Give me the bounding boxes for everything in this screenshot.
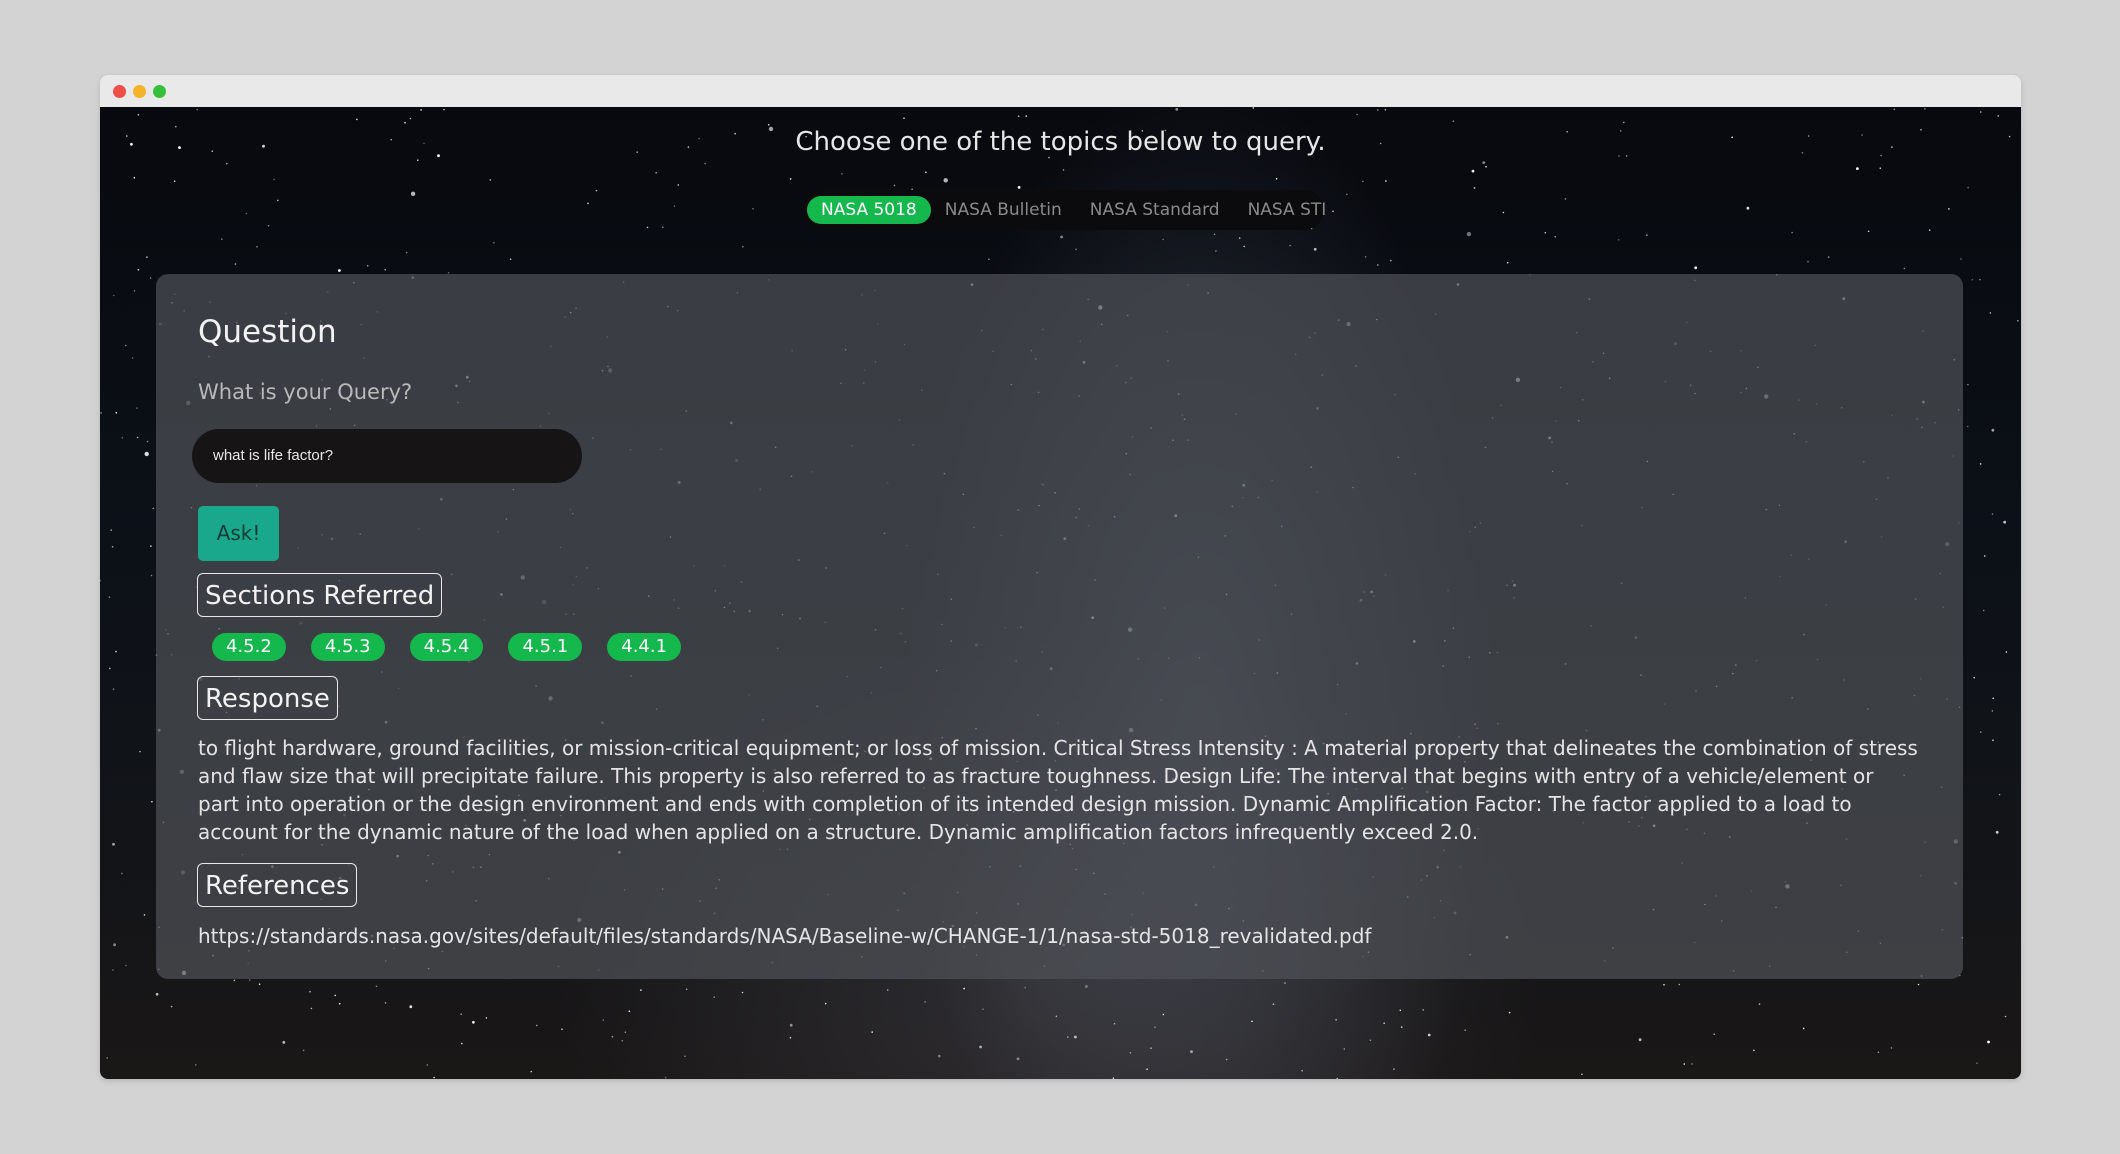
topic-selector: NASA 5018 NASA Bulletin NASA Standard NA… [800,190,1326,230]
section-chip[interactable]: 4.5.1 [508,633,583,661]
window-titlebar [100,75,2021,107]
response-heading: Response [197,676,338,720]
section-chips: 4.5.2 4.5.3 4.5.4 4.5.1 4.4.1 [212,633,682,661]
page-viewport: Choose one of the topics below to query.… [100,107,2021,1079]
topic-nasa-bulletin[interactable]: NASA Bulletin [931,196,1076,224]
query-card: Question What is your Query? Ask! Sectio… [156,274,1963,979]
close-window-icon[interactable] [113,85,126,98]
topic-nasa-standard[interactable]: NASA Standard [1076,196,1234,224]
topic-nasa-5018[interactable]: NASA 5018 [807,196,931,224]
browser-window: Choose one of the topics below to query.… [100,75,2021,1079]
section-chip[interactable]: 4.5.2 [212,633,286,661]
topic-nasa-sti[interactable]: NASA STI [1234,196,1341,224]
section-chip[interactable]: 4.4.1 [607,633,682,661]
reference-link[interactable]: https://standards.nasa.gov/sites/default… [198,924,1371,948]
section-chip[interactable]: 4.5.4 [409,633,484,661]
maximize-window-icon[interactable] [153,85,166,98]
references-heading: References [197,863,358,907]
query-input[interactable] [192,429,582,483]
query-label: What is your Query? [198,380,413,404]
page-heading: Choose one of the topics below to query. [795,127,1326,157]
response-text: to flight hardware, ground facilities, o… [198,736,1918,844]
question-title: Question [198,314,337,350]
sections-referred-heading: Sections Referred [197,573,443,617]
ask-button[interactable]: Ask! [198,506,279,561]
minimize-window-icon[interactable] [133,85,146,98]
section-chip[interactable]: 4.5.3 [310,633,385,661]
